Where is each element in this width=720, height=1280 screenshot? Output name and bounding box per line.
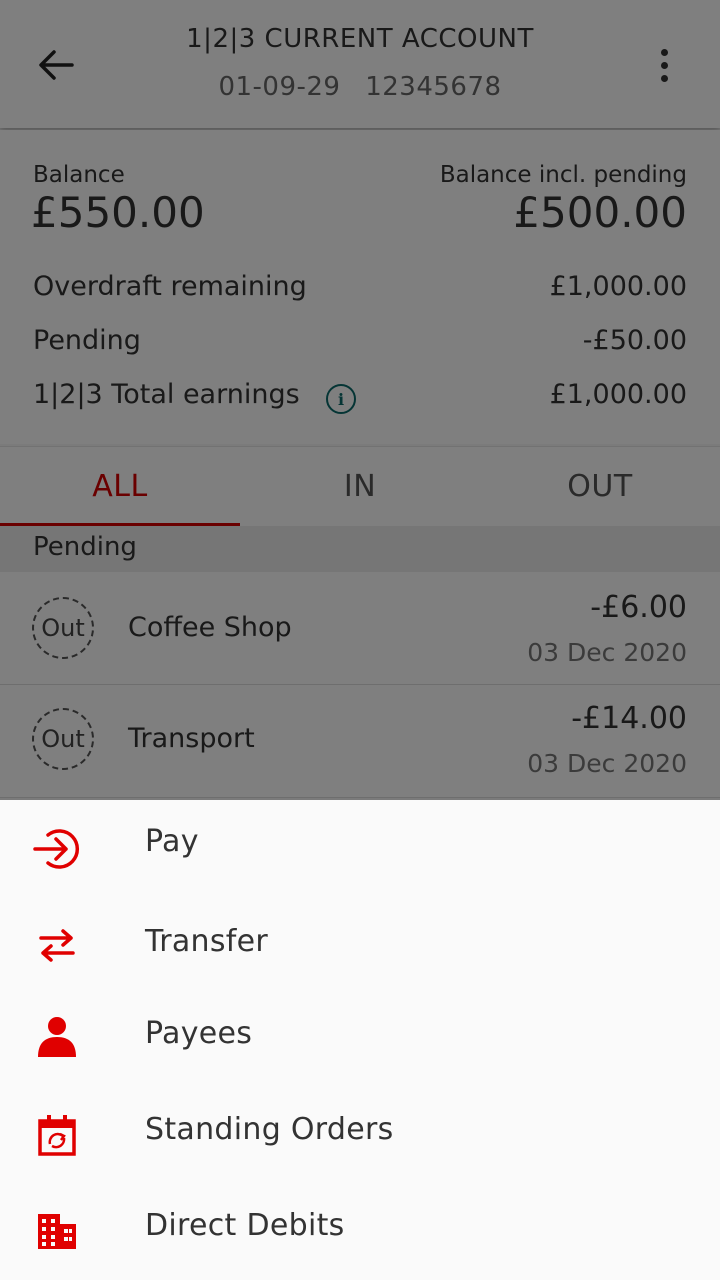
person-icon bbox=[32, 1012, 82, 1062]
transfer-arrows-icon bbox=[32, 920, 82, 970]
menu-label-payees: Payees bbox=[145, 1016, 253, 1051]
menu-item-direct-debits[interactable]: Direct Debits bbox=[0, 1182, 720, 1278]
menu-label-standing-orders: Standing Orders bbox=[145, 1112, 394, 1147]
calendar-repeat-icon bbox=[32, 1110, 82, 1160]
menu-label-transfer: Transfer bbox=[145, 924, 269, 959]
menu-label-direct-debits: Direct Debits bbox=[145, 1208, 345, 1243]
menu-item-payees[interactable]: Payees bbox=[0, 990, 720, 1086]
dim-overlay[interactable] bbox=[0, 0, 720, 800]
menu-item-pay[interactable]: Pay bbox=[0, 800, 720, 896]
pay-icon bbox=[32, 824, 82, 874]
menu-item-standing-orders[interactable]: Standing Orders bbox=[0, 1086, 720, 1182]
menu-item-transfer[interactable]: Transfer bbox=[0, 900, 720, 996]
menu-label-pay: Pay bbox=[145, 824, 199, 859]
action-sheet: Pay Transfer Payees Standing Orders Dire… bbox=[0, 800, 720, 1280]
building-icon bbox=[32, 1206, 82, 1256]
